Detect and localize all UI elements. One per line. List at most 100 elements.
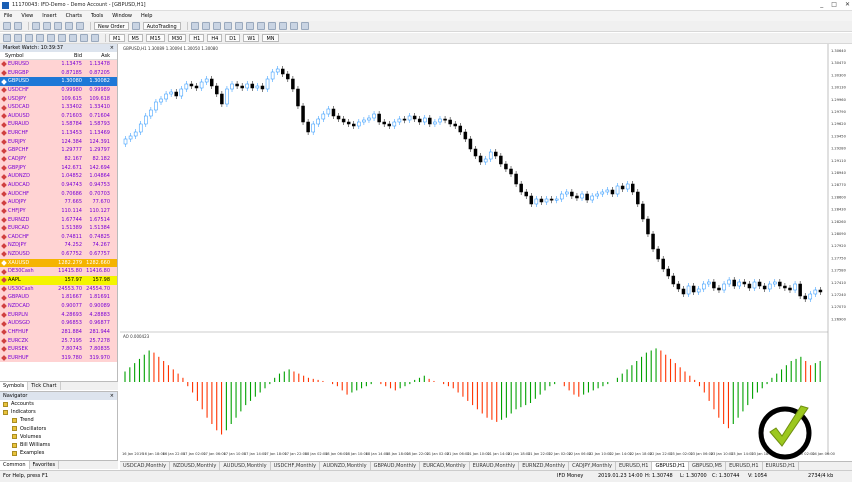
text-icon[interactable] xyxy=(80,34,88,42)
market-watch-row[interactable]: AAPL 157.97 157.98 xyxy=(0,276,117,285)
market-watch-row[interactable]: CHFJPY 110.114 110.127 xyxy=(0,206,117,216)
period-d1[interactable]: D1 xyxy=(225,34,241,42)
period-w1[interactable]: W1 xyxy=(243,34,260,42)
market-watch-row[interactable]: NZDCAD 0.90077 0.90089 xyxy=(0,301,117,311)
market-watch-row[interactable]: AUDCHF 0.70686 0.70703 xyxy=(0,189,117,199)
market-watch-row[interactable]: EURCAD 1.51389 1.51384 xyxy=(0,224,117,233)
price-chart[interactable]: GBPUSD,H1 1.30089 1.30094 1.30050 1.3008… xyxy=(120,44,852,459)
indicators-icon[interactable] xyxy=(278,22,287,30)
close-button[interactable]: ✕ xyxy=(845,1,850,8)
market-watch-row[interactable]: EURCZK 25.7195 25.7278 xyxy=(0,336,117,346)
chart-tab[interactable]: EURUSD,H1 xyxy=(726,462,763,470)
nav-trend[interactable]: Trend xyxy=(0,416,117,424)
market-watch-row[interactable]: CHFHUF 281.884 281.944 xyxy=(0,327,117,337)
new-chart-icon[interactable] xyxy=(3,22,11,30)
minimize-button[interactable]: _ xyxy=(820,1,823,8)
fibonacci-icon[interactable] xyxy=(69,34,77,42)
market-watch-row[interactable]: GBPJPY 142.671 142.694 xyxy=(0,163,117,173)
metaeditor-icon[interactable] xyxy=(131,22,140,30)
vertical-line-icon[interactable] xyxy=(25,34,33,42)
bar-chart-icon[interactable] xyxy=(190,22,199,30)
market-watch-row[interactable]: USDCAD 1.33402 1.33410 xyxy=(0,103,117,112)
status-profile[interactable]: IFD Money xyxy=(557,471,583,482)
autoscroll-icon[interactable] xyxy=(256,22,265,30)
nav-accounts[interactable]: Accounts xyxy=(0,400,117,408)
chart-tab[interactable]: CADJPY,Monthly xyxy=(569,462,616,470)
close-icon[interactable]: × xyxy=(110,392,114,400)
chart-tab[interactable]: NZDUSD,Monthly xyxy=(170,462,221,470)
period-m5[interactable]: M5 xyxy=(127,34,143,42)
templates-icon[interactable] xyxy=(300,22,309,30)
menu-insert[interactable]: Insert xyxy=(42,13,56,19)
market-watch-row[interactable]: GBPAUD 1.81667 1.81691 xyxy=(0,293,117,302)
market-watch-row[interactable]: EURUSD 1.13475 1.13478 xyxy=(0,60,117,69)
chart-tab[interactable]: GBPAUD,Monthly xyxy=(371,462,421,470)
menu-charts[interactable]: Charts xyxy=(66,13,82,19)
market-watch-row[interactable]: EURSEK 7.80743 7.80835 xyxy=(0,345,117,354)
chart-tab[interactable]: GBPUSD,H1 xyxy=(652,462,689,470)
chart-tab[interactable]: EURUSD,H1 xyxy=(616,462,653,470)
candlestick-icon[interactable] xyxy=(201,22,210,30)
period-h1[interactable]: H1 xyxy=(189,34,205,42)
line-chart-icon[interactable] xyxy=(212,22,221,30)
col-ask[interactable]: Ask xyxy=(82,52,110,59)
channel-icon[interactable] xyxy=(58,34,66,42)
market-watch-row[interactable]: US30Cash 24553.70 24554.70 xyxy=(0,284,117,294)
market-watch-row[interactable]: USDCHF 0.99980 0.99989 xyxy=(0,85,117,95)
nav-indicators[interactable]: Indicators xyxy=(0,408,117,416)
market-watch-row[interactable]: EURHUF 319.780 319.970 xyxy=(0,353,117,363)
menu-tools[interactable]: Tools xyxy=(91,13,103,19)
market-watch-row[interactable]: CADJPY 82.167 82.182 xyxy=(0,155,117,164)
market-watch-row[interactable]: AUDJPY 77.665 77.670 xyxy=(0,198,117,207)
menu-file[interactable]: File xyxy=(4,13,12,19)
strategy-tester-icon[interactable] xyxy=(76,22,84,30)
chart-tab[interactable]: EURUSD,H1 xyxy=(763,462,800,470)
chart-tab[interactable]: AUDNZD,Monthly xyxy=(320,462,371,470)
market-watch-row[interactable]: XAUUSD 1282.279 1282.660 xyxy=(0,258,117,268)
market-watch-row[interactable]: DE30Cash 11415.80 11416.80 xyxy=(0,267,117,277)
cursor-icon[interactable] xyxy=(3,34,11,42)
chart-tab[interactable]: EURAUD,Monthly xyxy=(470,462,520,470)
close-icon[interactable]: × xyxy=(110,44,114,52)
col-bid[interactable]: Bid xyxy=(56,52,82,59)
nav-bill-williams[interactable]: Bill Williams xyxy=(0,441,117,449)
market-watch-row[interactable]: EURCHF 1.13453 1.13469 xyxy=(0,129,117,138)
chart-shift-icon[interactable] xyxy=(267,22,276,30)
market-watch-row[interactable]: AUDNZD 1.04852 1.04864 xyxy=(0,172,117,181)
market-watch-row[interactable]: EURNZD 1.67744 1.67514 xyxy=(0,215,117,225)
market-watch-row[interactable]: EURGBP 0.87185 0.87205 xyxy=(0,68,117,78)
nav-examples[interactable]: Examples xyxy=(0,449,117,457)
chart-tab[interactable]: EURCAD,Monthly xyxy=(420,462,470,470)
market-watch-row[interactable]: AUDUSD 0.71603 0.71604 xyxy=(0,111,117,121)
tab-symbols[interactable]: Symbols xyxy=(0,382,29,390)
crosshair-icon[interactable] xyxy=(14,34,22,42)
menu-help[interactable]: Help xyxy=(141,13,152,19)
market-watch-row[interactable]: USDJPY 109.615 109.618 xyxy=(0,94,117,104)
tab-tick-chart[interactable]: Tick Chart xyxy=(28,382,61,390)
period-m15[interactable]: M15 xyxy=(146,34,165,42)
market-watch-row[interactable]: AUDCAD 0.94743 0.94753 xyxy=(0,180,117,190)
market-watch-row[interactable]: NZDJPY 74.252 74.267 xyxy=(0,241,117,251)
chart-tab[interactable]: EURNZD,Monthly xyxy=(519,462,570,470)
nav-oscillators[interactable]: Oscillators xyxy=(0,425,117,433)
chart-window[interactable]: GBPUSD,H1 1.30089 1.30094 1.30050 1.3008… xyxy=(120,44,852,459)
market-watch-row[interactable]: EURPLN 4.28693 4.28883 xyxy=(0,310,117,320)
col-symbol[interactable]: Symbol xyxy=(0,52,56,59)
market-watch-row[interactable]: AUDSGD 0.96853 0.96877 xyxy=(0,319,117,328)
market-watch-row[interactable]: NZDUSD 0.67752 0.67757 xyxy=(0,250,117,259)
periods-icon[interactable] xyxy=(289,22,298,30)
terminal-icon[interactable] xyxy=(65,22,73,30)
market-watch-row[interactable]: GBPUSD 1.30080 1.30082 xyxy=(0,77,117,86)
zoom-in-icon[interactable] xyxy=(223,22,232,30)
new-order-button[interactable]: New Order xyxy=(94,22,129,30)
tile-windows-icon[interactable] xyxy=(245,22,254,30)
tab-favorites[interactable]: Favorites xyxy=(30,461,60,469)
navigator-icon[interactable] xyxy=(54,22,62,30)
chart-tab[interactable]: USDCAD,Monthly xyxy=(120,462,171,470)
data-window-icon[interactable] xyxy=(43,22,51,30)
period-h4[interactable]: H4 xyxy=(207,34,223,42)
menu-view[interactable]: View xyxy=(21,13,33,19)
market-watch-row[interactable]: EURJPY 124.384 124.391 xyxy=(0,137,117,147)
period-m1[interactable]: M1 xyxy=(109,34,125,42)
horizontal-line-icon[interactable] xyxy=(36,34,44,42)
